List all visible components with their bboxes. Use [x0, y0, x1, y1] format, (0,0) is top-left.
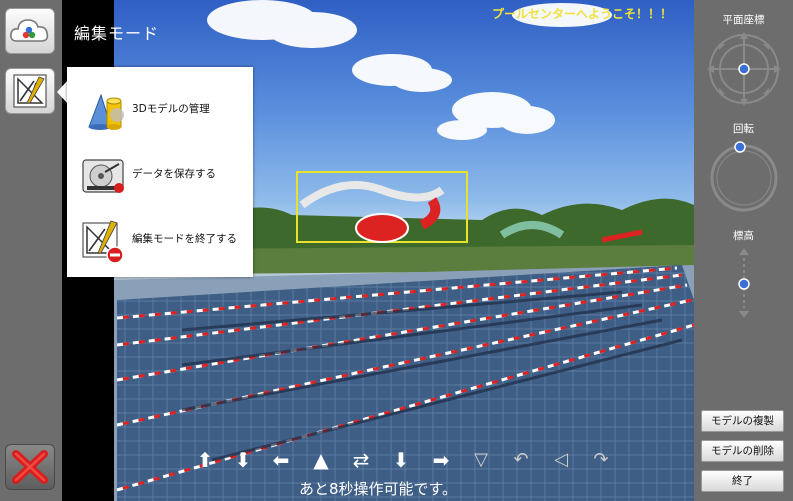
rotate-left-icon[interactable]: ↶: [508, 447, 534, 473]
rotation-knob-icon: [734, 141, 746, 153]
plane-coords-joystick[interactable]: [705, 30, 783, 108]
turn-left-icon[interactable]: ◁: [548, 447, 574, 473]
menu-item-label: 編集モードを終了する: [132, 233, 237, 245]
joystick-knob-icon: [738, 63, 750, 75]
right-control-panel: 平面座標 回転 標高 モデルの複製 モデルの削除 終了: [694, 0, 793, 501]
edit-menu-popup: 3Dモデルの管理 データを保存する 編集モードを終了する: [67, 67, 253, 277]
mode-title: 編集モード: [74, 24, 160, 43]
camera-arrow-controls: ⬆ ⬇ ⬅ ▲ ⇄ ⬇ ➡ ▽ ↶ ◁ ↷: [192, 447, 632, 473]
drafting-tools-icon: [13, 74, 47, 108]
tilt-up-arrow-icon[interactable]: ▲: [308, 447, 334, 473]
rotation-label: 回転: [733, 123, 754, 135]
hard-drive-save-icon: [82, 159, 124, 193]
plane-coords-label: 平面座標: [722, 14, 765, 26]
end-button[interactable]: 終了: [701, 470, 784, 492]
move-up-arrow-icon[interactable]: ⬆: [192, 447, 218, 473]
close-button[interactable]: [5, 444, 55, 490]
cloud-button[interactable]: [5, 8, 55, 54]
countdown-text: あと8秒操作可能です。: [298, 480, 458, 498]
cloud-icon: [10, 19, 49, 42]
move-right-arrow-icon[interactable]: ➡: [428, 447, 454, 473]
swap-arrows-icon[interactable]: ⇄: [348, 447, 374, 473]
left-toolbar: [0, 0, 62, 501]
rotation-dial[interactable]: [706, 140, 782, 216]
edit-mode-button[interactable]: [5, 68, 55, 114]
close-icon: [12, 450, 48, 484]
move-left-arrow-icon[interactable]: ⬅: [268, 447, 294, 473]
elevation-slider[interactable]: [732, 246, 756, 320]
menu-item-label: データを保存する: [132, 168, 216, 180]
menu-item-manage-3d-models[interactable]: 3Dモデルの管理: [67, 79, 253, 139]
elevation-label: 標高: [733, 230, 754, 242]
welcome-banner: プールセンターへようこそ！！！: [491, 7, 672, 21]
shapes-3d-icon: [88, 93, 124, 130]
tilt-down-icon[interactable]: ▽: [468, 447, 494, 473]
duplicate-model-button[interactable]: モデルの複製: [701, 410, 784, 432]
elevation-knob-icon: [738, 278, 750, 290]
rotate-right-icon[interactable]: ↷: [588, 447, 614, 473]
menu-item-label: 3Dモデルの管理: [132, 103, 210, 115]
move-down-2-arrow-icon[interactable]: ⬇: [388, 447, 414, 473]
move-down-arrow-icon[interactable]: ⬇: [230, 447, 256, 473]
drafting-tools-exit-icon: [82, 220, 124, 264]
menu-item-exit-edit-mode[interactable]: 編集モードを終了する: [67, 209, 253, 269]
delete-model-button[interactable]: モデルの削除: [701, 440, 784, 462]
menu-item-save-data[interactable]: データを保存する: [67, 144, 253, 204]
